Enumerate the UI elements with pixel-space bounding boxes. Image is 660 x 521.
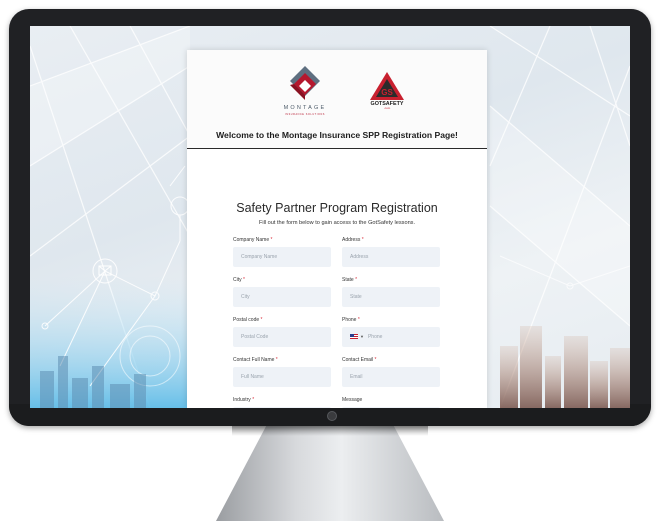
industry-select[interactable] bbox=[233, 407, 331, 408]
contact-name-field: Contact Full Name * Full Name bbox=[233, 356, 331, 387]
contact-name-label: Contact Full Name bbox=[233, 357, 275, 363]
city-label: City bbox=[233, 277, 242, 283]
webcam-icon bbox=[327, 411, 337, 421]
montage-wordmark: MONTAGE bbox=[284, 105, 327, 111]
industry-field: Industry * bbox=[233, 396, 331, 408]
state-field: State * State bbox=[342, 276, 440, 307]
montage-logo: MONTAGE INSURANCE SOLUTIONS bbox=[284, 66, 327, 116]
state-label: State bbox=[342, 277, 354, 283]
message-label: Message bbox=[342, 397, 363, 403]
montage-tagline: INSURANCE SOLUTIONS bbox=[285, 113, 325, 116]
monitor-stand-shadow bbox=[232, 426, 428, 436]
city-field: City * City bbox=[233, 276, 331, 307]
company-name-field: Company Name * Company Name bbox=[233, 236, 331, 267]
required-marker: * bbox=[357, 317, 360, 323]
required-marker: * bbox=[361, 237, 364, 243]
address-input[interactable]: Address bbox=[342, 247, 440, 267]
address-field: Address * Address bbox=[342, 236, 440, 267]
required-marker: * bbox=[260, 317, 263, 323]
industry-label: Industry bbox=[233, 397, 251, 403]
page-header: MONTAGE INSURANCE SOLUTIONS GS GOTSAFETY… bbox=[187, 50, 487, 149]
required-marker: * bbox=[270, 237, 273, 243]
contact-email-field: Contact Email * Email bbox=[342, 356, 440, 387]
company-name-input[interactable]: Company Name bbox=[233, 247, 331, 267]
required-marker: * bbox=[243, 277, 245, 283]
welcome-heading: Welcome to the Montage Insurance SPP Reg… bbox=[216, 130, 458, 140]
message-textarea[interactable] bbox=[342, 407, 440, 408]
postal-code-label: Postal code bbox=[233, 317, 260, 323]
chevron-down-icon[interactable]: ▼ bbox=[360, 334, 364, 339]
form-subtitle: Fill out the form below to gain access t… bbox=[258, 220, 416, 226]
required-marker: * bbox=[252, 397, 255, 403]
contact-email-input[interactable]: Email bbox=[342, 367, 440, 387]
contact-name-input[interactable]: Full Name bbox=[233, 367, 331, 387]
gotsafety-tagline: .com bbox=[384, 106, 391, 110]
phone-input[interactable]: ▼ Phone bbox=[342, 327, 440, 347]
required-marker: * bbox=[374, 357, 377, 363]
address-label: Address bbox=[342, 237, 361, 243]
monitor-stand bbox=[216, 426, 444, 521]
required-marker: * bbox=[275, 357, 278, 363]
phone-placeholder: Phone bbox=[367, 334, 383, 340]
company-name-label: Company Name bbox=[233, 237, 270, 243]
postal-code-field: Postal code * Postal Code bbox=[233, 316, 331, 347]
postal-code-input[interactable]: Postal Code bbox=[233, 327, 331, 347]
gotsafety-logo: GS GOTSAFETY .com bbox=[370, 72, 404, 110]
phone-label: Phone bbox=[342, 317, 357, 323]
city-input[interactable]: City bbox=[233, 287, 331, 307]
phone-field: Phone * ▼ Phone bbox=[342, 316, 440, 347]
message-field: Message bbox=[342, 396, 440, 408]
monitor-screen: MONTAGE INSURANCE SOLUTIONS GS GOTSAFETY… bbox=[30, 26, 630, 408]
registration-page: MONTAGE INSURANCE SOLUTIONS GS GOTSAFETY… bbox=[187, 50, 487, 408]
state-input[interactable]: State bbox=[342, 287, 440, 307]
gotsafety-letters: GS bbox=[381, 88, 393, 97]
us-flag-icon[interactable] bbox=[350, 334, 358, 340]
contact-email-label: Contact Email bbox=[342, 357, 374, 363]
form-title: Safety Partner Program Registration bbox=[236, 201, 438, 215]
required-marker: * bbox=[355, 277, 358, 283]
